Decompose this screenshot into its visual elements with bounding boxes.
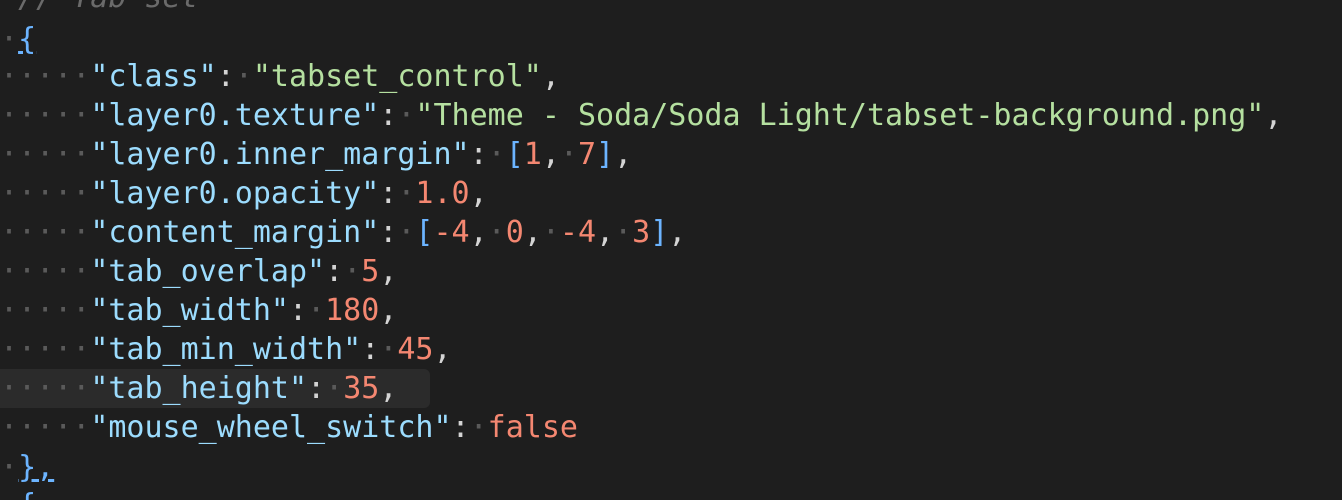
punctuation: , bbox=[1264, 98, 1283, 133]
json-key: "layer0.inner_margin" bbox=[90, 137, 470, 172]
close-brace: }, bbox=[18, 450, 55, 485]
whitespace-marker: ····· bbox=[0, 254, 91, 289]
whitespace-marker: ····· bbox=[0, 176, 91, 211]
json-key: "tab_width" bbox=[90, 293, 289, 328]
code-line-comment[interactable]: ·// Tab set bbox=[0, 0, 199, 17]
whitespace-marker: · bbox=[469, 410, 488, 445]
punctuation: , bbox=[523, 215, 542, 250]
whitespace-marker: ····· bbox=[0, 59, 91, 94]
whitespace-marker: ····· bbox=[0, 332, 91, 367]
code-line-next-brace[interactable]: ·{ bbox=[0, 486, 36, 500]
code-editor[interactable]: ·// Tab set ·{ ·····"class":·"tabset_con… bbox=[0, 0, 1342, 500]
whitespace-marker: · bbox=[487, 215, 506, 250]
json-number-value: 3 bbox=[632, 215, 651, 250]
json-key: "tab_overlap" bbox=[90, 254, 326, 289]
whitespace-marker: ····· bbox=[0, 293, 91, 328]
punctuation: , bbox=[541, 137, 560, 172]
punctuation: , bbox=[614, 137, 633, 172]
whitespace-marker: · bbox=[379, 332, 398, 367]
punctuation: , bbox=[469, 176, 488, 211]
comment-text: // Tab set bbox=[18, 0, 199, 15]
whitespace-marker: ····· bbox=[0, 137, 91, 172]
code-line-tab-overlap[interactable]: ·····"tab_overlap":·5, bbox=[0, 252, 397, 291]
json-number-value: 180 bbox=[325, 293, 380, 328]
punctuation: , bbox=[379, 371, 398, 406]
whitespace-marker: ····· bbox=[0, 98, 91, 133]
code-line-inner-margin[interactable]: ·····"layer0.inner_margin":·[1,·7], bbox=[0, 135, 632, 174]
whitespace-marker: · bbox=[487, 137, 506, 172]
whitespace-marker: · bbox=[325, 371, 344, 406]
bracket: ] bbox=[650, 215, 669, 250]
code-line-content-margin[interactable]: ·····"content_margin":·[-4,·0,·-4,·3], bbox=[0, 213, 686, 252]
whitespace-marker: · bbox=[0, 488, 18, 500]
code-line-tab-width[interactable]: ·····"tab_width":·180, bbox=[0, 291, 397, 330]
whitespace-marker: · bbox=[614, 215, 633, 250]
whitespace-marker: · bbox=[397, 98, 416, 133]
bracket: [ bbox=[415, 215, 434, 250]
json-key: "tab_height" bbox=[90, 371, 308, 406]
json-key: "layer0.opacity" bbox=[90, 176, 380, 211]
whitespace-marker: · bbox=[234, 59, 253, 94]
json-number-value: 45 bbox=[397, 332, 434, 367]
punctuation: , bbox=[433, 332, 452, 367]
code-line-texture[interactable]: ·····"layer0.texture":·"Theme - Soda/Sod… bbox=[0, 96, 1282, 135]
punctuation: : bbox=[469, 137, 488, 172]
json-string-value: "Theme - Soda/Soda Light/tabset-backgrou… bbox=[415, 98, 1265, 133]
json-key: "mouse_wheel_switch" bbox=[90, 410, 452, 445]
punctuation: : bbox=[289, 293, 308, 328]
whitespace-marker: · bbox=[0, 450, 19, 485]
json-number-value: 0 bbox=[505, 215, 524, 250]
json-number-value: 5 bbox=[361, 254, 380, 289]
json-number-value: -4 bbox=[433, 215, 470, 250]
punctuation: : bbox=[451, 410, 470, 445]
json-number-value: 7 bbox=[577, 137, 597, 172]
json-key: "layer0.texture" bbox=[90, 98, 380, 133]
whitespace-marker: · bbox=[307, 293, 326, 328]
code-line-class[interactable]: ·····"class":·"tabset_control", bbox=[0, 57, 560, 96]
json-key: "content_margin" bbox=[90, 215, 380, 250]
json-key: "tab_min_width" bbox=[90, 332, 362, 367]
open-brace: { bbox=[18, 22, 37, 57]
code-line-tab-min-width[interactable]: ·····"tab_min_width":·45, bbox=[0, 330, 452, 369]
punctuation: : bbox=[379, 215, 398, 250]
json-key: "class" bbox=[90, 59, 217, 94]
whitespace-marker: · bbox=[397, 176, 416, 211]
punctuation: , bbox=[541, 59, 560, 94]
code-line-opacity[interactable]: ·····"layer0.opacity":·1.0, bbox=[0, 174, 488, 213]
whitespace-marker: · bbox=[0, 0, 18, 15]
punctuation: , bbox=[379, 293, 398, 328]
next-open-brace: { bbox=[18, 488, 36, 500]
code-line-close-brace[interactable]: ·}, bbox=[0, 448, 54, 487]
code-line-tab-height[interactable]: ·····"tab_height":·35, bbox=[0, 369, 397, 408]
punctuation: , bbox=[469, 215, 488, 250]
json-number-value: 35 bbox=[343, 371, 380, 406]
code-line-mouse-wheel[interactable]: ·····"mouse_wheel_switch":·false bbox=[0, 408, 578, 447]
punctuation: : bbox=[307, 371, 326, 406]
bracket: [ bbox=[505, 137, 524, 172]
punctuation: , bbox=[379, 254, 398, 289]
whitespace-marker: · bbox=[559, 137, 578, 172]
bracket: ] bbox=[596, 137, 615, 172]
whitespace-marker: · bbox=[541, 215, 560, 250]
json-number-value: 1 bbox=[523, 137, 542, 172]
whitespace-marker: · bbox=[343, 254, 362, 289]
json-string-value: "tabset_control" bbox=[252, 59, 542, 94]
whitespace-marker: ····· bbox=[0, 371, 91, 406]
json-number-value: 1.0 bbox=[415, 176, 470, 211]
json-number-value: -4 bbox=[559, 215, 597, 250]
punctuation: : bbox=[216, 59, 235, 94]
whitespace-marker: · bbox=[397, 215, 416, 250]
whitespace-marker: ····· bbox=[0, 410, 91, 445]
punctuation: : bbox=[325, 254, 344, 289]
punctuation: , bbox=[668, 215, 687, 250]
punctuation: : bbox=[379, 176, 398, 211]
punctuation: : bbox=[379, 98, 398, 133]
json-boolean-value: false bbox=[487, 410, 578, 445]
code-line-open-brace[interactable]: ·{ bbox=[0, 20, 36, 59]
whitespace-marker: ····· bbox=[0, 215, 91, 250]
whitespace-marker: · bbox=[0, 22, 19, 57]
punctuation: , bbox=[596, 215, 615, 250]
punctuation: : bbox=[361, 332, 380, 367]
